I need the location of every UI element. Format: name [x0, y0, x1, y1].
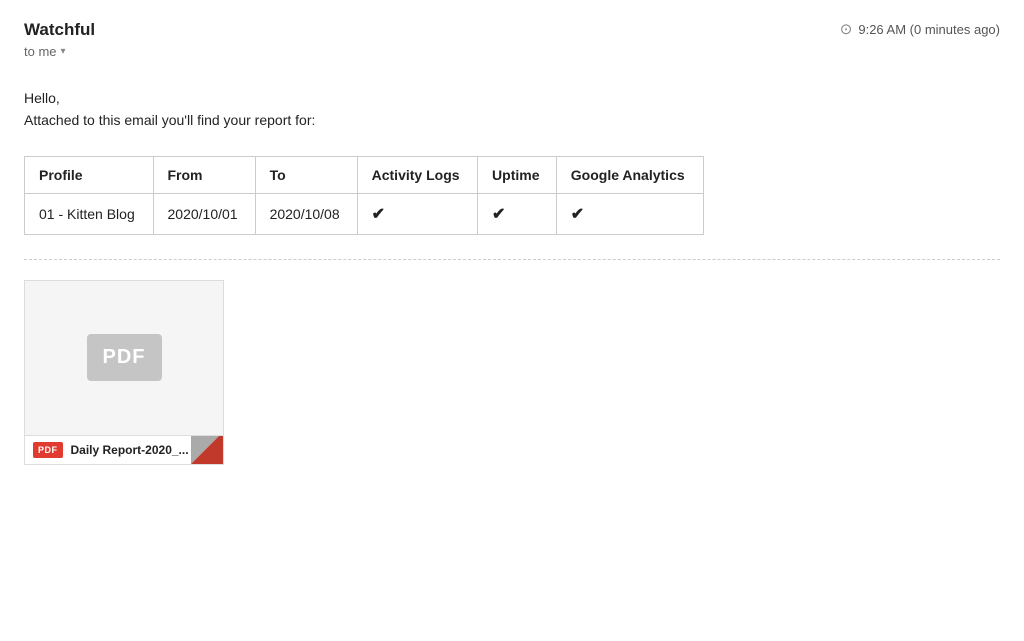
col-google-analytics: Google Analytics [556, 156, 703, 193]
dropdown-icon[interactable]: ▾ [61, 46, 66, 57]
timestamp-area: ⊙ 9:26 AM (0 minutes ago) [840, 20, 1000, 38]
attachment-preview: PDF [24, 280, 224, 435]
to-line: to me ▾ [24, 44, 1000, 59]
cell-google-analytics: ✔ [556, 193, 703, 234]
col-from: From [153, 156, 255, 193]
email-header: Watchful ⊙ 9:26 AM (0 minutes ago) [24, 20, 1000, 40]
cell-activity-logs: ✔ [357, 193, 477, 234]
pdf-badge: PDF [33, 442, 63, 458]
col-to: To [255, 156, 357, 193]
attachment-footer[interactable]: PDF Daily Report-2020_... [24, 435, 224, 465]
cell-to: 2020/10/08 [255, 193, 357, 234]
sender-name: Watchful [24, 20, 95, 40]
attachment-area[interactable]: PDF PDF Daily Report-2020_... [24, 280, 224, 465]
greeting: Hello, [24, 87, 1000, 109]
report-table: Profile From To Activity Logs Uptime Goo… [24, 156, 704, 235]
col-profile: Profile [25, 156, 154, 193]
to-label: to me [24, 44, 57, 59]
cell-profile: 01 - Kitten Blog [25, 193, 154, 234]
col-uptime: Uptime [478, 156, 557, 193]
table-row: 01 - Kitten Blog 2020/10/01 2020/10/08 ✔… [25, 193, 704, 234]
intro-text: Attached to this email you'll find your … [24, 109, 1000, 131]
cell-uptime: ✔ [478, 193, 557, 234]
section-divider [24, 259, 1000, 260]
pdf-large-icon: PDF [87, 334, 162, 381]
timestamp: 9:26 AM (0 minutes ago) [858, 22, 1000, 37]
paperclip-icon: ⊙ [840, 20, 853, 38]
attachment-name: Daily Report-2020_... [71, 443, 189, 457]
email-body: Hello, Attached to this email you'll fin… [24, 87, 1000, 132]
table-header-row: Profile From To Activity Logs Uptime Goo… [25, 156, 704, 193]
cell-from: 2020/10/01 [153, 193, 255, 234]
col-activity-logs: Activity Logs [357, 156, 477, 193]
